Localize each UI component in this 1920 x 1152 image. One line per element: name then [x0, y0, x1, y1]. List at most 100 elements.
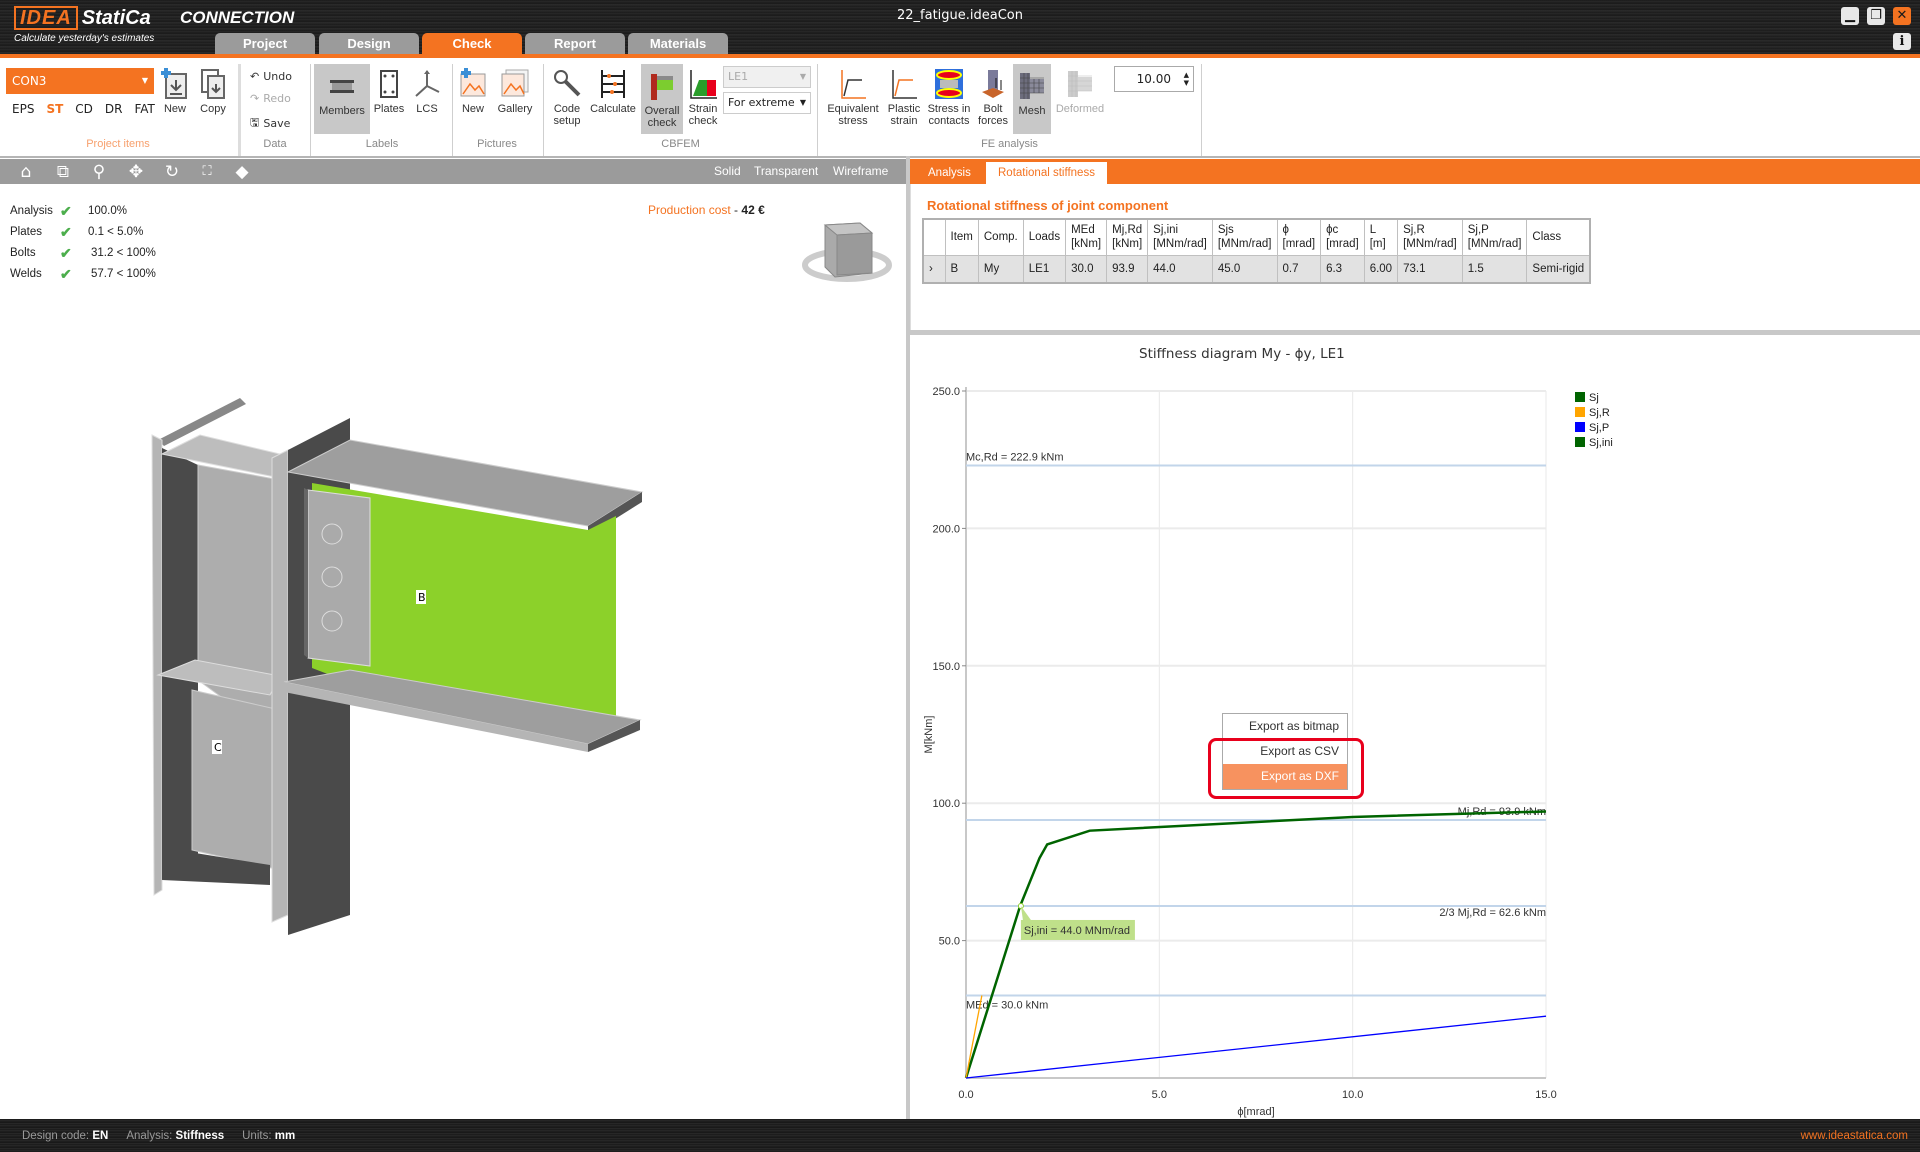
- code-setup-button[interactable]: Code setup: [548, 66, 586, 127]
- home-view-icon[interactable]: ⌂: [16, 162, 36, 182]
- plates-label-toggle[interactable]: Plates: [372, 66, 406, 115]
- check-value: 31.2 < 100%: [91, 247, 156, 259]
- tab-materials[interactable]: Materials: [628, 33, 728, 55]
- mode-st[interactable]: ST: [46, 102, 63, 116]
- check-label: Welds: [10, 268, 42, 280]
- overall-check-button[interactable]: Overall check: [641, 64, 683, 134]
- rotate-icon[interactable]: ↻: [162, 162, 182, 182]
- menu-item-export-bitmap[interactable]: Export as bitmap: [1223, 714, 1347, 739]
- new-picture-button[interactable]: New: [456, 66, 490, 115]
- save-button[interactable]: 🖫 Save: [250, 114, 290, 133]
- table-row[interactable]: › B My LE1 30.0 93.9 44.0 45.0 0.7 6.3 6.00 73.1 1.5…: [922, 254, 1591, 284]
- info-button[interactable]: i: [1893, 33, 1911, 50]
- deformed-toggle[interactable]: Deformed: [1053, 66, 1107, 115]
- fit-view-icon[interactable]: ⛶: [197, 162, 217, 182]
- column-header[interactable]: ϕc [mrad]: [1320, 218, 1365, 256]
- column-header-unit: [MNm/rad]: [1217, 238, 1272, 251]
- column-header-name: Sjs: [1217, 224, 1234, 237]
- gallery-button[interactable]: Gallery: [495, 66, 535, 115]
- mode-cd[interactable]: CD: [75, 102, 93, 116]
- bolt-forces-button[interactable]: Bolt forces: [975, 66, 1011, 127]
- column-header-name: Sj,R: [1403, 224, 1425, 237]
- website-link[interactable]: www.ideastatica.com: [1801, 1130, 1908, 1142]
- column-header[interactable]: Loads: [1022, 218, 1067, 256]
- zoom-window-icon[interactable]: ⧉: [53, 162, 73, 182]
- minimize-button[interactable]: ▁: [1841, 7, 1859, 25]
- tab-design[interactable]: Design: [319, 33, 419, 55]
- check-row-plates: Plates ✔ 0.1 < 5.0%: [10, 225, 143, 239]
- strain-check-label-2: check: [688, 115, 718, 127]
- close-button[interactable]: ✕: [1893, 7, 1911, 25]
- mode-fat[interactable]: FAT: [134, 102, 154, 116]
- extreme-select[interactable]: For extreme ▼: [723, 92, 811, 114]
- annotation-label: Sj,ini = 44.0 MNm/rad: [1024, 925, 1130, 937]
- deformation-scale-input[interactable]: 10.00 ▲ ▼: [1114, 66, 1194, 92]
- column-header[interactable]: Class: [1526, 218, 1591, 256]
- column-header-name: L: [1369, 224, 1377, 237]
- production-cost-value: 42 €: [741, 203, 765, 217]
- column-header[interactable]: L [m]: [1363, 218, 1399, 256]
- calculate-button[interactable]: Calculate: [588, 66, 638, 115]
- view-mode-wireframe[interactable]: Wireframe: [833, 164, 888, 178]
- column-header[interactable]: Mj,Rd [kNm]: [1106, 218, 1149, 256]
- equivalent-stress-button[interactable]: Equivalent stress: [822, 66, 884, 127]
- tab-rotational-stiffness[interactable]: Rotational stiffness: [986, 162, 1107, 184]
- column-header-name: Comp.: [983, 231, 1018, 244]
- column-header[interactable]: Sj,R [MNm/rad]: [1397, 218, 1463, 256]
- stiffness-diagram[interactable]: 50.0 100.0 150.0 200.0 250.0 0.0 5.0 10.0 15.0 ϕ[…: [910, 335, 1920, 1119]
- column-header[interactable]: Sj,P [MNm/rad]: [1461, 218, 1528, 256]
- mode-dr[interactable]: DR: [105, 102, 123, 116]
- column-header[interactable]: Item: [944, 218, 979, 256]
- view-mode-transparent[interactable]: Transparent: [754, 164, 818, 178]
- undo-button[interactable]: ↶ Undo: [250, 70, 292, 83]
- new-connection-button[interactable]: New: [158, 66, 192, 115]
- spinner-arrows-icon[interactable]: ▲ ▼: [1184, 71, 1189, 87]
- load-effect-select[interactable]: LE1 ▼: [723, 66, 811, 88]
- member-label-beam[interactable]: B: [418, 591, 426, 604]
- strain-check-button[interactable]: Strain check: [686, 66, 720, 127]
- tab-analysis[interactable]: Analysis: [916, 162, 983, 184]
- mesh-toggle[interactable]: Mesh: [1013, 64, 1051, 134]
- column-header[interactable]: Comp.: [977, 218, 1024, 256]
- group-label-project-items: Project items: [86, 138, 150, 150]
- copy-icon: [201, 69, 225, 99]
- design-code-label: Design code:: [22, 1130, 90, 1142]
- column-header[interactable]: Sj,ini [MNm/rad]: [1147, 218, 1213, 256]
- highlight-annotation-box: [1208, 738, 1364, 799]
- member-label-column[interactable]: C: [214, 741, 222, 754]
- table-cell: 30.0: [1065, 254, 1108, 284]
- tab-report[interactable]: Report: [525, 33, 625, 55]
- production-cost-label: Production cost: [648, 203, 731, 217]
- cube-view-icon[interactable]: ◆: [232, 162, 252, 182]
- dropdown-arrow-icon: ▼: [799, 72, 806, 81]
- copy-connection-button[interactable]: Copy: [195, 66, 231, 115]
- connection-3d-model[interactable]: B C: [140, 390, 740, 950]
- connection-select[interactable]: CON3 ▼: [6, 68, 154, 94]
- members-label: Members: [319, 105, 365, 117]
- view-mode-solid[interactable]: Solid: [714, 164, 741, 178]
- redo-label: Redo: [263, 92, 291, 105]
- maximize-button[interactable]: ❐: [1867, 7, 1885, 25]
- tab-check[interactable]: Check: [422, 33, 522, 55]
- window-title: 22_fatigue.ideaCon: [896, 8, 1023, 23]
- column-header-name: MEd: [1071, 224, 1095, 237]
- overall-check-icon: [651, 74, 673, 100]
- x-tick-label: 10.0: [1342, 1089, 1363, 1101]
- zoom-icon[interactable]: ⚲: [89, 162, 109, 182]
- column-header[interactable]: [922, 218, 946, 256]
- lcs-label-toggle[interactable]: LCS: [410, 66, 444, 115]
- x-tick-label: 15.0: [1535, 1089, 1556, 1101]
- redo-button[interactable]: ↷ Redo: [250, 92, 291, 105]
- column-header[interactable]: ϕ [mrad]: [1276, 218, 1322, 256]
- navigation-cube-icon[interactable]: [800, 215, 895, 285]
- stress-in-contacts-button[interactable]: Stress in contacts: [925, 66, 973, 127]
- legend-swatch: [1575, 392, 1585, 402]
- pan-icon[interactable]: ✥: [126, 162, 146, 182]
- column-header[interactable]: Sjs [MNm/rad]: [1211, 218, 1278, 256]
- column-header[interactable]: MEd [kNm]: [1065, 218, 1108, 256]
- plastic-strain-button[interactable]: Plastic strain: [886, 66, 922, 127]
- tab-project[interactable]: Project: [215, 33, 315, 55]
- members-label-toggle[interactable]: Members: [314, 64, 370, 134]
- mode-eps[interactable]: EPS: [12, 102, 34, 116]
- row-expand-icon[interactable]: ›: [922, 254, 946, 284]
